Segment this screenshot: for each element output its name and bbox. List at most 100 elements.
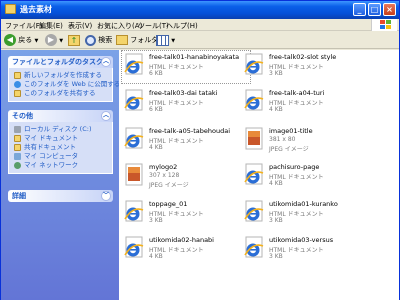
file-item[interactable]: free-talk02-slot style HTML ドキュメント 3 KB <box>241 50 371 84</box>
file-size: 6 KB <box>149 106 163 113</box>
file-name: utikomida02-hanabi <box>149 236 214 244</box>
ie-icon <box>243 163 265 187</box>
file-name: mylogo2 <box>149 163 178 171</box>
minimize-button[interactable]: _ <box>353 3 366 16</box>
file-size: 4 KB <box>269 180 283 187</box>
search-button[interactable]: 検索 <box>85 33 112 47</box>
up-folder-button[interactable]: ↑ <box>68 33 80 47</box>
shared-documents-icon <box>14 144 21 151</box>
menu-tools[interactable]: ツール(T) <box>138 21 169 31</box>
file-name: free-talk02-slot style <box>269 53 337 61</box>
panel-title: ファイルとフォルダのタスク <box>12 58 103 66</box>
file-item[interactable]: mylogo2 307 x 128 JPEG イメージ <box>121 160 251 194</box>
file-name: toppage_01 <box>149 200 188 208</box>
collapse-chevron-icon[interactable]: ︿ <box>101 57 111 67</box>
file-name: pachisuro-page <box>269 163 320 171</box>
place-local-disk[interactable]: ローカル ディスク (C:) <box>13 125 109 134</box>
task-label: 新しいフォルダを作成する <box>24 71 102 79</box>
menu-file[interactable]: ファイル(F) <box>5 21 43 31</box>
drive-icon <box>14 126 21 133</box>
title-bar[interactable]: 過去素材 _ □ × <box>1 1 399 19</box>
file-name: utikomida01-kuranko <box>269 200 338 208</box>
explorer-window: 過去素材 _ □ × ファイル(F) 編集(E) 表示(V) お気に入り(A) … <box>0 0 400 300</box>
task-pane: ファイルとフォルダのタスク ︿ 新しいフォルダを作成する このフォルダを Web… <box>1 50 120 300</box>
maximize-button[interactable]: □ <box>368 3 381 16</box>
file-name: image01-title <box>269 127 313 135</box>
file-list: free-talk01-hanabinoyakata HTML ドキュメント 6 K… <box>119 50 399 300</box>
menu-view[interactable]: 表示(V) <box>68 21 92 31</box>
file-item[interactable]: toppage_01 HTML ドキュメント 3 KB <box>121 197 251 231</box>
file-type: 307 x 128 <box>149 172 180 179</box>
folders-button[interactable]: フォルダ <box>116 33 158 47</box>
task-publish-web[interactable]: このフォルダを Web に公開する <box>13 80 120 89</box>
file-folder-tasks-panel: ファイルとフォルダのタスク ︿ 新しいフォルダを作成する このフォルダを Web… <box>8 56 120 102</box>
up-folder-icon: ↑ <box>68 34 80 46</box>
computer-icon <box>14 153 21 160</box>
task-share-folder[interactable]: このフォルダを共有する <box>13 89 109 98</box>
file-type: 381 x 80 <box>269 136 296 143</box>
file-name: free-talk-a04-turi <box>269 89 325 97</box>
network-icon <box>14 162 21 169</box>
place-my-network[interactable]: マイ ネットワーク <box>13 161 109 170</box>
menu-favorites[interactable]: お気に入り(A) <box>97 21 142 31</box>
details-panel: 詳細 ﹀ <box>8 190 113 202</box>
views-button[interactable]: ▼ <box>156 33 175 47</box>
folder-icon <box>5 4 16 14</box>
forward-button[interactable]: ▶ ▼ <box>45 33 63 47</box>
ie-icon <box>123 89 145 113</box>
panel-header[interactable]: 詳細 ﹀ <box>8 190 113 202</box>
other-places-panel: その他 ︿ ローカル ディスク (C:) マイ ドキュメント 共有ドキュメント <box>8 110 113 174</box>
place-label: マイ ネットワーク <box>24 161 79 169</box>
views-icon <box>156 34 169 46</box>
file-item[interactable]: free-talk-a04-turi HTML ドキュメント 4 KB <box>241 86 371 120</box>
file-size: JPEG イメージ <box>269 146 309 153</box>
file-item[interactable]: pachisuro-page HTML ドキュメント 4 KB <box>241 160 371 194</box>
file-size: 4 KB <box>149 253 163 260</box>
new-folder-icon <box>14 72 21 79</box>
panel-title: その他 <box>12 112 33 120</box>
file-item[interactable]: image01-title 381 x 80 JPEG イメージ <box>241 124 371 158</box>
menu-help[interactable]: ヘルプ(H) <box>166 21 198 31</box>
close-button[interactable]: × <box>383 3 396 16</box>
place-my-documents[interactable]: マイ ドキュメント <box>13 134 109 143</box>
file-size: 3 KB <box>149 217 163 224</box>
search-icon <box>85 34 96 46</box>
panel-header[interactable]: その他 ︿ <box>8 110 113 122</box>
file-name: free-talk03-dai tataki <box>149 89 218 97</box>
file-item[interactable]: free-talk01-hanabinoyakata HTML ドキュメント 6 K… <box>121 50 251 84</box>
file-size: JPEG イメージ <box>149 182 189 189</box>
file-item[interactable]: utikomida02-hanabi HTML ドキュメント 4 KB <box>121 233 251 267</box>
task-label: このフォルダを共有する <box>24 89 96 97</box>
panel-header[interactable]: ファイルとフォルダのタスク ︿ <box>8 56 113 68</box>
panel-title: 詳細 <box>12 192 26 200</box>
menu-edit[interactable]: 編集(E) <box>39 21 63 31</box>
place-my-computer[interactable]: マイ コンピュータ <box>13 152 109 161</box>
file-item[interactable]: free-talk03-dai tataki HTML ドキュメント 6 KB <box>121 86 251 120</box>
place-label: マイ コンピュータ <box>24 152 79 160</box>
file-size: 4 KB <box>149 144 163 151</box>
collapse-chevron-icon[interactable]: ︿ <box>101 111 111 121</box>
expand-chevron-icon[interactable]: ﹀ <box>101 191 111 201</box>
ie-icon <box>243 236 265 260</box>
toolbar: ◀ 戻る ▼ ▶ ▼ ↑ 検索 フォルダ ▼ <box>1 31 399 49</box>
file-size: 3 KB <box>269 253 283 260</box>
file-item[interactable]: utikomida03-versus HTML ドキュメント 3 KB <box>241 233 371 267</box>
task-new-folder[interactable]: 新しいフォルダを作成する <box>13 71 109 80</box>
jpeg-icon <box>243 127 265 151</box>
back-label: 戻る <box>18 36 33 44</box>
ie-icon <box>243 53 265 77</box>
ie-icon <box>123 127 145 151</box>
share-folder-icon <box>14 90 21 97</box>
back-button[interactable]: ◀ 戻る ▼ <box>4 33 38 47</box>
file-item[interactable]: utikomida01-kuranko HTML ドキュメント 3 KB <box>241 197 371 231</box>
my-documents-icon <box>14 135 21 142</box>
place-label: 共有ドキュメント <box>24 143 76 151</box>
windows-logo-icon <box>371 19 397 31</box>
folders-icon <box>116 35 128 45</box>
file-name: free-talk-a05-tabehoudai <box>149 127 230 135</box>
file-name: utikomida03-versus <box>269 236 334 244</box>
place-label: ローカル ディスク (C:) <box>24 125 92 133</box>
place-shared-documents[interactable]: 共有ドキュメント <box>13 143 109 152</box>
ie-icon <box>123 236 145 260</box>
file-item[interactable]: free-talk-a05-tabehoudai HTML ドキュメント 4 KB <box>121 124 251 158</box>
